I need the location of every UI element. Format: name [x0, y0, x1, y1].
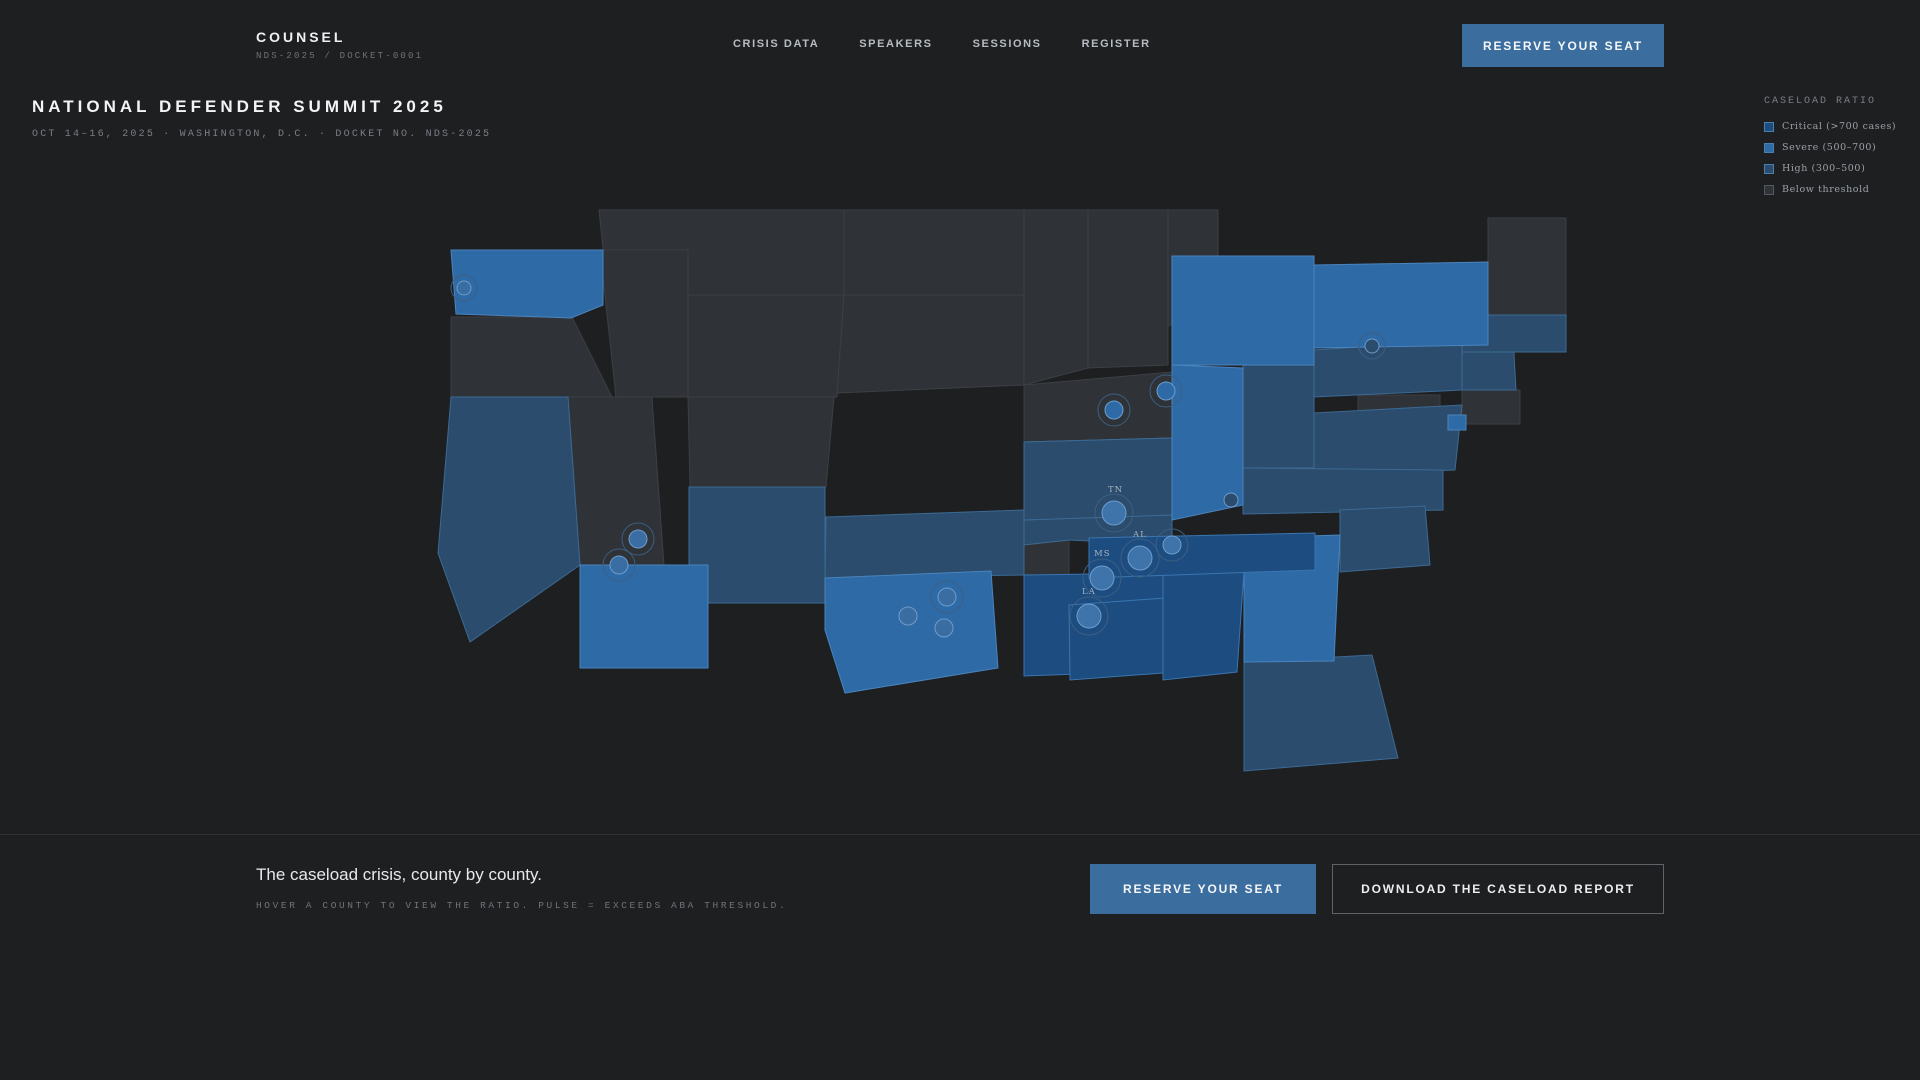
state-region[interactable] — [836, 294, 1025, 394]
state-region[interactable] — [687, 396, 835, 488]
cta-heading: The caseload crisis, county by county. — [256, 865, 542, 884]
state-region[interactable] — [688, 486, 826, 604]
state-region[interactable] — [1242, 364, 1315, 469]
state-region[interactable] — [567, 396, 665, 566]
state-region[interactable] — [1447, 414, 1467, 431]
state-region[interactable] — [1313, 261, 1489, 349]
state-region[interactable] — [1023, 437, 1173, 521]
state-region[interactable] — [450, 249, 604, 319]
state-region[interactable] — [579, 564, 709, 669]
state-region[interactable] — [437, 396, 581, 643]
state-region[interactable] — [1339, 505, 1431, 573]
pulse-marker[interactable] — [937, 587, 957, 607]
pulse-marker[interactable] — [609, 555, 629, 575]
pulse-marker[interactable] — [1101, 500, 1127, 526]
pulse-marker[interactable] — [456, 280, 472, 296]
map-label-al: AL — [1132, 530, 1147, 540]
pulse-marker[interactable] — [934, 618, 954, 638]
footer-reserve-button[interactable]: RESERVE YOUR SEAT — [1090, 864, 1316, 914]
state-region[interactable] — [824, 570, 999, 694]
pulse-marker[interactable] — [1223, 492, 1239, 508]
map-label-ms: MS — [1094, 549, 1111, 559]
map-hint: HOVER A COUNTY TO VIEW THE RATIO. PULSE … — [256, 900, 788, 911]
pulse-marker[interactable] — [898, 606, 918, 626]
pulse-marker[interactable] — [1089, 565, 1115, 591]
state-region[interactable] — [843, 209, 1025, 296]
state-region[interactable] — [1171, 255, 1315, 366]
pulse-marker[interactable] — [628, 529, 648, 549]
state-region[interactable] — [1461, 389, 1521, 425]
download-report-button[interactable]: DOWNLOAD THE CASELOAD REPORT — [1332, 864, 1664, 914]
pulse-marker[interactable] — [1162, 535, 1182, 555]
pulse-marker[interactable] — [1104, 400, 1124, 420]
pulse-marker[interactable] — [1156, 381, 1176, 401]
state-region[interactable] — [1487, 217, 1567, 316]
caseload-map: TN AL MS LA — [437, 209, 1567, 772]
state-region[interactable] — [1087, 209, 1169, 369]
state-region[interactable] — [599, 249, 689, 398]
state-region[interactable] — [1313, 339, 1463, 398]
section-divider — [0, 834, 1920, 835]
state-region[interactable] — [1243, 654, 1399, 772]
pulse-marker[interactable] — [1076, 603, 1102, 629]
state-region[interactable] — [687, 294, 845, 398]
state-region[interactable] — [1088, 532, 1316, 579]
state-region[interactable] — [1162, 570, 1245, 681]
state-region[interactable] — [824, 509, 1025, 579]
state-region[interactable] — [450, 316, 613, 398]
map-label-tn: TN — [1108, 485, 1123, 495]
state-region[interactable] — [1313, 404, 1463, 476]
pulse-marker[interactable] — [1364, 338, 1380, 354]
pulse-marker[interactable] — [1127, 545, 1153, 571]
